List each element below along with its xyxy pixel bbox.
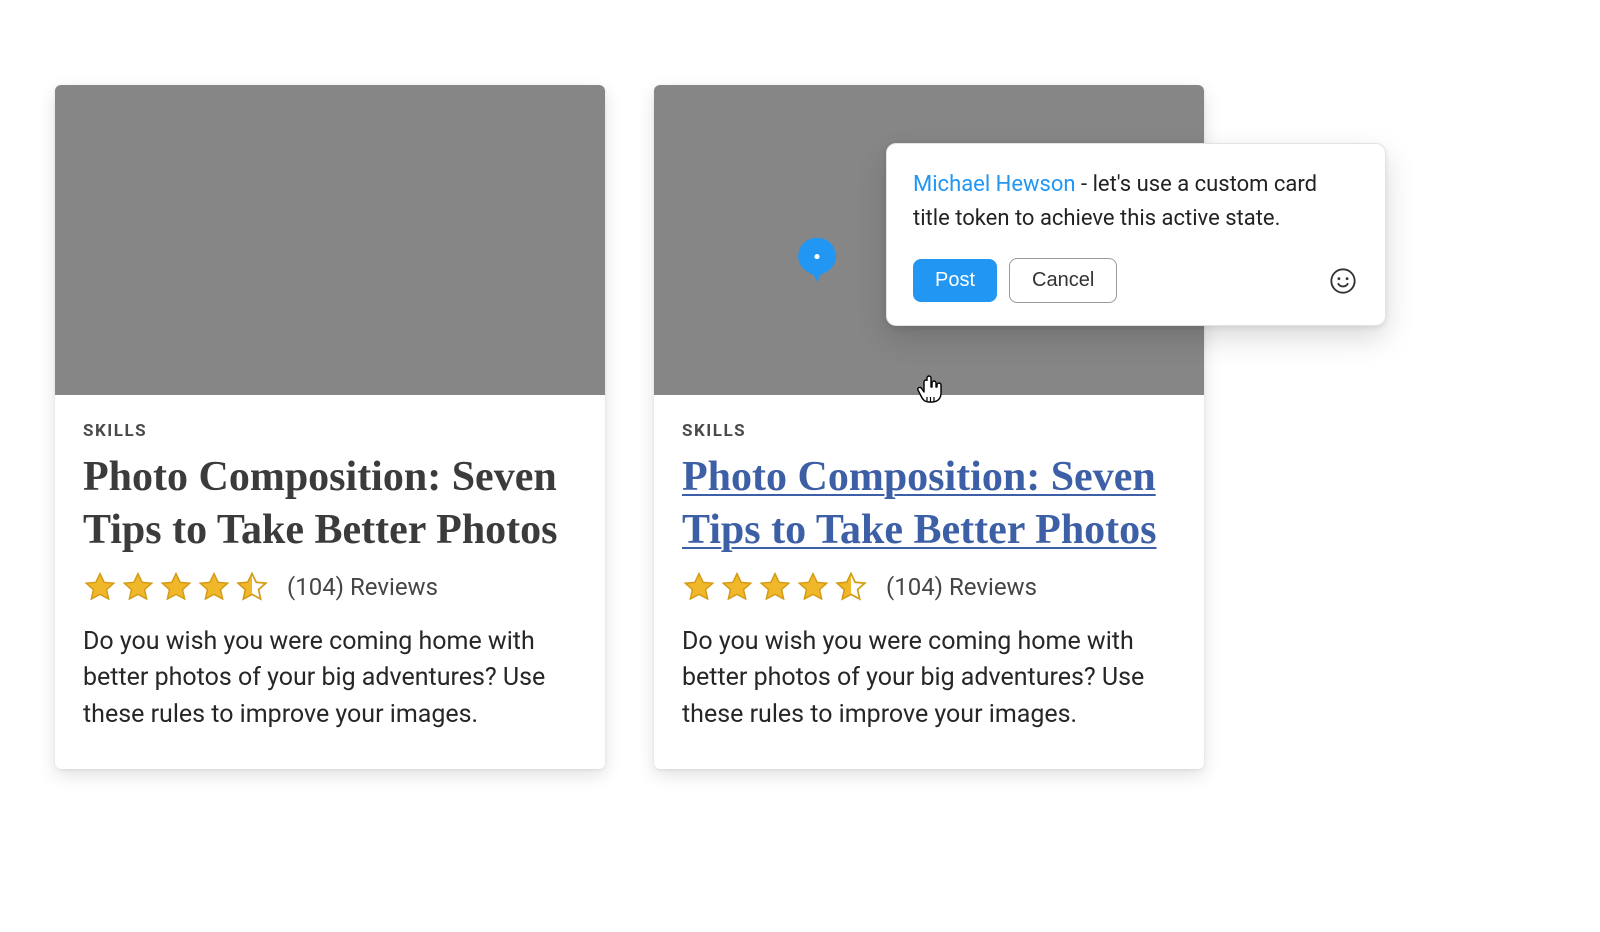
smile-icon [1329,267,1357,295]
star-icon [197,570,231,604]
review-count: (104) Reviews [287,573,438,601]
card-description: Do you wish you were coming home with be… [682,624,1176,733]
comment-pin-icon[interactable] [793,236,841,284]
card-description: Do you wish you were coming home with be… [83,624,577,733]
rating-row: (104) Reviews [682,570,1176,604]
star-icon [121,570,155,604]
card-title[interactable]: Photo Composition: Seven Tips to Take Be… [83,451,577,556]
post-button[interactable]: Post [913,259,997,302]
star-icon [682,570,716,604]
card-default: SKILLS Photo Composition: Seven Tips to … [55,85,605,769]
star-icon [758,570,792,604]
star-rating [682,570,868,604]
cancel-button[interactable]: Cancel [1009,258,1117,303]
star-icon [159,570,193,604]
review-count: (104) Reviews [886,573,1037,601]
comment-actions: Post Cancel [913,258,1359,303]
card-body: SKILLS Photo Composition: Seven Tips to … [55,395,605,769]
emoji-picker-button[interactable] [1327,265,1359,297]
comment-popover: Michael Hewson - let's use a custom card… [886,143,1386,326]
star-icon [83,570,117,604]
card-body: SKILLS Photo Composition: Seven Tips to … [654,395,1204,769]
comment-text: Michael Hewson - let's use a custom card… [913,168,1359,236]
star-half-icon [834,570,868,604]
card-eyebrow: SKILLS [682,421,1176,441]
star-half-icon [235,570,269,604]
rating-row: (104) Reviews [83,570,577,604]
star-icon [796,570,830,604]
star-rating [83,570,269,604]
pointer-cursor-icon [916,375,944,407]
canvas: SKILLS Photo Composition: Seven Tips to … [0,0,1600,932]
star-icon [720,570,754,604]
card-image-placeholder [55,85,605,395]
card-title-active[interactable]: Photo Composition: Seven Tips to Take Be… [682,451,1176,556]
card-eyebrow: SKILLS [83,421,577,441]
comment-mention[interactable]: Michael Hewson [913,172,1076,197]
